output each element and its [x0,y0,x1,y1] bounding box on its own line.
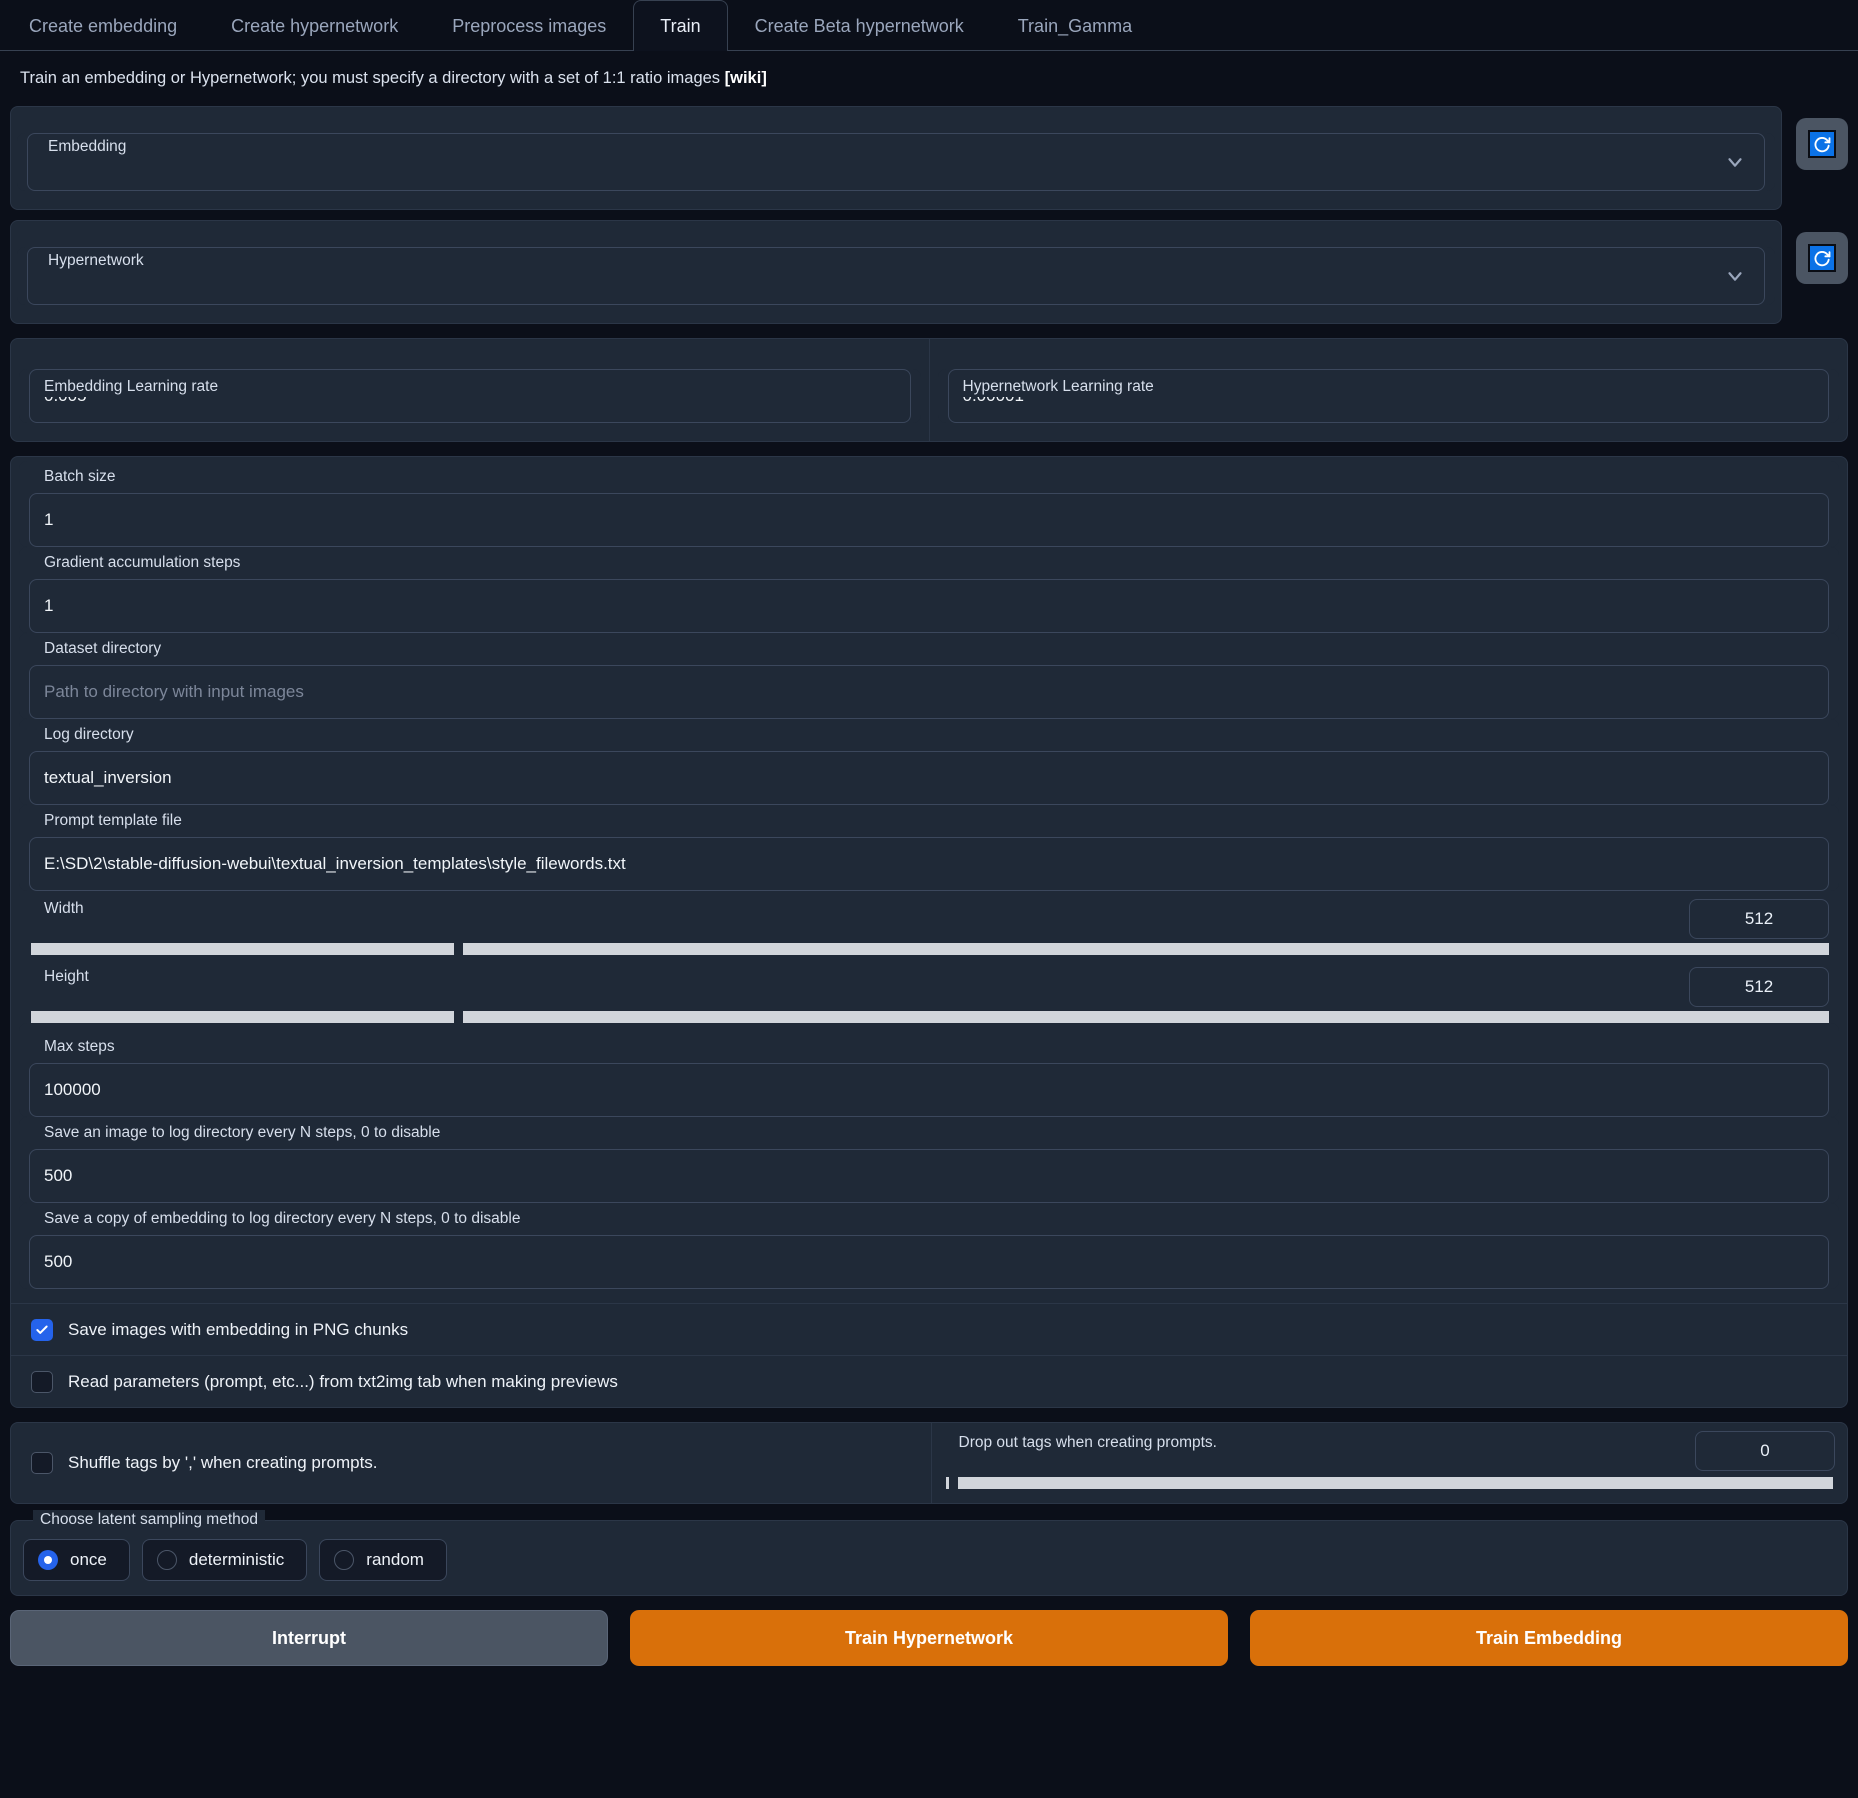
refresh-icon [1808,244,1836,272]
drop-out-tags-slider-thumb[interactable] [949,1476,959,1490]
gradient-accumulation-input[interactable]: 1 [29,579,1829,633]
action-button-bar: Interrupt Train Hypernetwork Train Embed… [0,1596,1858,1682]
tab-create-beta-hypernetwork[interactable]: Create Beta hypernetwork [728,0,991,50]
refresh-embedding-button[interactable] [1796,118,1848,170]
dataset-directory-input[interactable]: Path to directory with input images [29,665,1829,719]
hypernetwork-learning-rate-group: Hypernetwork Learning rate 0.00001 [937,369,1839,423]
radio-deterministic-label: deterministic [188,1550,285,1569]
read-parameters-label: Read parameters (prompt, etc...) from tx… [68,1371,618,1391]
radio-once-label: once [70,1550,107,1569]
latent-sampling-label: Choose latent sampling method [33,1510,265,1530]
prompt-template-group: Prompt template file E:\SD\2\stable-diff… [19,805,1839,891]
width-value-input[interactable]: 512 [1689,899,1829,939]
tab-train-gamma[interactable]: Train_Gamma [991,0,1159,50]
save-images-png-chunks-row[interactable]: Save images with embedding in PNG chunks [11,1303,1847,1355]
save-copy-every-input[interactable]: 500 [29,1235,1829,1289]
save-images-png-chunks-checkbox[interactable] [31,1318,53,1341]
embedding-learning-rate-group: Embedding Learning rate 0.005 [19,369,921,423]
gradient-accumulation-label: Gradient accumulation steps [37,553,248,573]
width-label: Width [37,899,91,919]
drop-out-tags-label: Drop out tags when creating prompts. [951,1433,1224,1453]
save-images-png-chunks-label: Save images with embedding in PNG chunks [68,1319,409,1339]
tab-create-hypernetwork[interactable]: Create hypernetwork [204,0,425,50]
page-description: Train an embedding or Hypernetwork; you … [0,51,1858,100]
height-slider-thumb[interactable] [453,1010,463,1024]
refresh-icon [1808,130,1836,158]
width-slider[interactable] [31,942,1829,956]
embedding-learning-rate-label: Embedding Learning rate [37,377,226,397]
radio-once-indicator[interactable] [38,1550,58,1570]
radio-option-deterministic[interactable]: deterministic [141,1539,308,1581]
log-directory-label: Log directory [37,725,141,745]
check-icon [36,1325,48,1334]
hypernetwork-field: Hypernetwork [17,247,1775,305]
refresh-hypernetwork-button[interactable] [1796,232,1848,284]
embedding-label: Embedding [41,137,134,157]
prompt-template-input[interactable]: E:\SD\2\stable-diffusion-webui\textual_i… [29,837,1829,891]
save-copy-every-group: Save a copy of embedding to log director… [19,1203,1839,1289]
dataset-directory-group: Dataset directory Path to directory with… [19,633,1839,719]
tab-preprocess-images[interactable]: Preprocess images [425,0,633,50]
description-text: Train an embedding or Hypernetwork; you … [20,69,725,87]
radio-deterministic-indicator[interactable] [156,1550,177,1570]
log-directory-input[interactable]: textual_inversion [29,751,1829,805]
hypernetwork-learning-rate-label: Hypernetwork Learning rate [955,377,1161,397]
max-steps-label: Max steps [37,1037,122,1057]
wiki-link[interactable]: [wiki] [725,69,767,87]
radio-option-once[interactable]: once [23,1539,130,1581]
read-parameters-row[interactable]: Read parameters (prompt, etc...) from tx… [11,1355,1847,1407]
save-image-every-label: Save an image to log directory every N s… [37,1123,448,1143]
drop-out-tags-slider[interactable] [945,1476,1833,1490]
training-settings-panel: Batch size 1 Gradient accumulation steps… [10,456,1848,1408]
radio-option-random[interactable]: random [319,1539,447,1581]
log-directory-group: Log directory textual_inversion [19,719,1839,805]
latent-sampling-panel: Choose latent sampling method once deter… [10,1510,1848,1596]
hypernetwork-label: Hypernetwork [41,251,151,271]
width-slider-thumb[interactable] [453,942,463,956]
height-slider[interactable] [31,1010,1829,1024]
embedding-dropdown[interactable] [27,133,1765,191]
read-parameters-checkbox[interactable] [31,1370,53,1393]
interrupt-button[interactable]: Interrupt [10,1610,608,1666]
height-value-input[interactable]: 512 [1689,967,1829,1007]
height-label: Height [37,967,96,987]
save-image-every-group: Save an image to log directory every N s… [19,1117,1839,1203]
tab-bar: Create embedding Create hypernetwork Pre… [0,0,1858,51]
max-steps-group: Max steps 100000 [19,1023,1839,1117]
hypernetwork-dropdown[interactable] [27,247,1765,305]
prompt-template-label: Prompt template file [37,811,189,831]
radio-random-indicator[interactable] [334,1550,355,1570]
save-copy-every-label: Save a copy of embedding to log director… [37,1209,528,1229]
drop-out-tags-value-input[interactable]: 0 [1695,1431,1835,1471]
batch-size-label: Batch size [37,467,123,487]
batch-size-group: Batch size 1 [19,461,1839,547]
shuffle-tags-label: Shuffle tags by ',' when creating prompt… [68,1453,378,1472]
latent-sampling-options: once deterministic random [11,1521,1847,1595]
batch-size-input[interactable]: 1 [29,493,1829,547]
chevron-down-icon [1728,158,1742,167]
gradient-accumulation-group: Gradient accumulation steps 1 [19,547,1839,633]
tab-create-embedding[interactable]: Create embedding [2,0,204,50]
train-embedding-button[interactable]: Train Embedding [1250,1610,1848,1666]
save-image-every-input[interactable]: 500 [29,1149,1829,1203]
radio-random-label: random [366,1550,424,1569]
width-slider-group: Width 512 [19,891,1839,956]
shuffle-tags-checkbox[interactable] [31,1452,53,1474]
dataset-directory-label: Dataset directory [37,639,169,659]
train-hypernetwork-button[interactable]: Train Hypernetwork [630,1610,1228,1666]
max-steps-input[interactable]: 100000 [29,1063,1829,1117]
height-slider-group: Height 512 [19,955,1839,1024]
chevron-down-icon [1728,272,1742,281]
tab-train[interactable]: Train [633,0,728,51]
embedding-field: Embedding [17,133,1775,191]
